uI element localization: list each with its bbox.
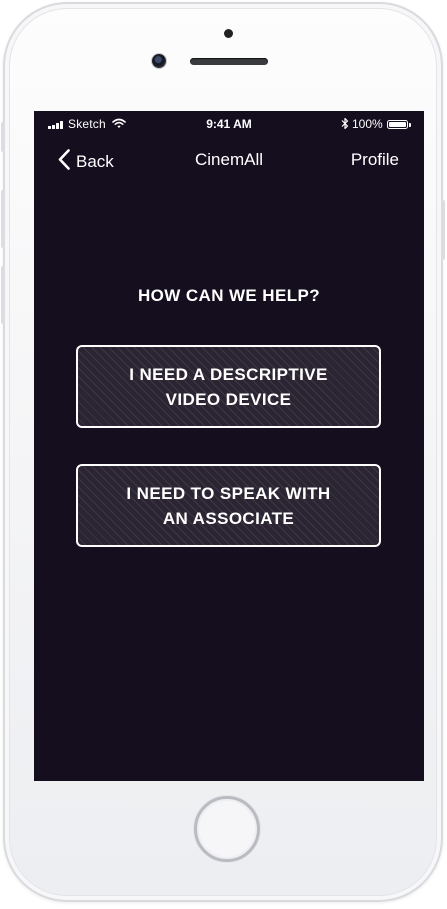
volume-down-button <box>1 266 5 324</box>
status-bar: Sketch 9:41 AM 100% <box>34 111 424 137</box>
proximity-sensor <box>224 29 233 38</box>
front-camera-icon <box>152 54 166 68</box>
phone-frame: Sketch 9:41 AM 100% Back CinemAll Profil… <box>1 2 445 902</box>
bluetooth-icon <box>341 117 349 133</box>
profile-button[interactable]: Profile <box>351 150 399 170</box>
navigation-bar: Back CinemAll Profile <box>34 137 424 181</box>
volume-up-button <box>1 190 5 248</box>
speak-with-associate-label: I NEED TO SPEAK WITH AN ASSOCIATE <box>126 483 331 528</box>
battery-icon <box>387 120 408 129</box>
speak-with-associate-button[interactable]: I NEED TO SPEAK WITH AN ASSOCIATE <box>76 464 381 547</box>
help-heading: HOW CAN WE HELP? <box>137 286 321 305</box>
power-button <box>441 200 445 260</box>
descriptive-video-device-button[interactable]: I NEED A DESCRIPTIVE VIDEO DEVICE <box>76 345 381 428</box>
earpiece-speaker <box>190 58 268 65</box>
battery-nub <box>409 123 411 127</box>
descriptive-video-device-label: I NEED A DESCRIPTIVE VIDEO DEVICE <box>129 364 328 409</box>
home-button[interactable] <box>194 796 260 862</box>
silent-switch <box>1 122 5 152</box>
battery-percentage: 100% <box>352 117 383 131</box>
app-screen: Sketch 9:41 AM 100% Back CinemAll Profil… <box>34 111 424 781</box>
